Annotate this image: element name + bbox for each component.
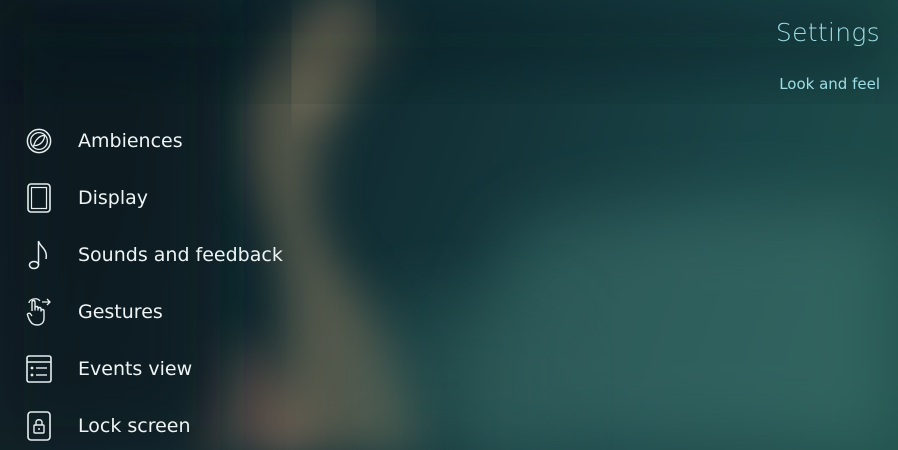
settings-item-label: Events view <box>78 357 193 380</box>
settings-item-gestures[interactable]: Gestures <box>26 283 283 340</box>
display-icon <box>26 182 52 213</box>
gesture-icon <box>26 297 52 327</box>
settings-screen: Settings Look and feel Ambiences Display <box>0 0 898 450</box>
settings-item-sounds[interactable]: Sounds and feedback <box>26 226 283 283</box>
settings-item-ambiences[interactable]: Ambiences <box>26 112 283 169</box>
events-view-icon <box>26 354 52 384</box>
settings-list: Ambiences Display Sounds and feedback Ge… <box>26 112 283 450</box>
settings-item-label: Sounds and feedback <box>78 243 283 266</box>
settings-item-display[interactable]: Display <box>26 169 283 226</box>
page-header: Settings Look and feel <box>776 18 880 93</box>
ambiences-icon <box>26 126 52 156</box>
music-note-icon <box>26 240 52 270</box>
settings-item-label: Ambiences <box>78 129 183 152</box>
settings-item-label: Gestures <box>78 300 163 323</box>
settings-item-label: Display <box>78 186 149 209</box>
settings-item-events-view[interactable]: Events view <box>26 340 283 397</box>
settings-item-label: Lock screen <box>78 414 191 437</box>
settings-item-lock-screen[interactable]: Lock screen <box>26 397 283 450</box>
page-title: Settings <box>775 18 880 47</box>
section-header: Look and feel <box>779 75 880 93</box>
lock-icon <box>26 410 52 441</box>
